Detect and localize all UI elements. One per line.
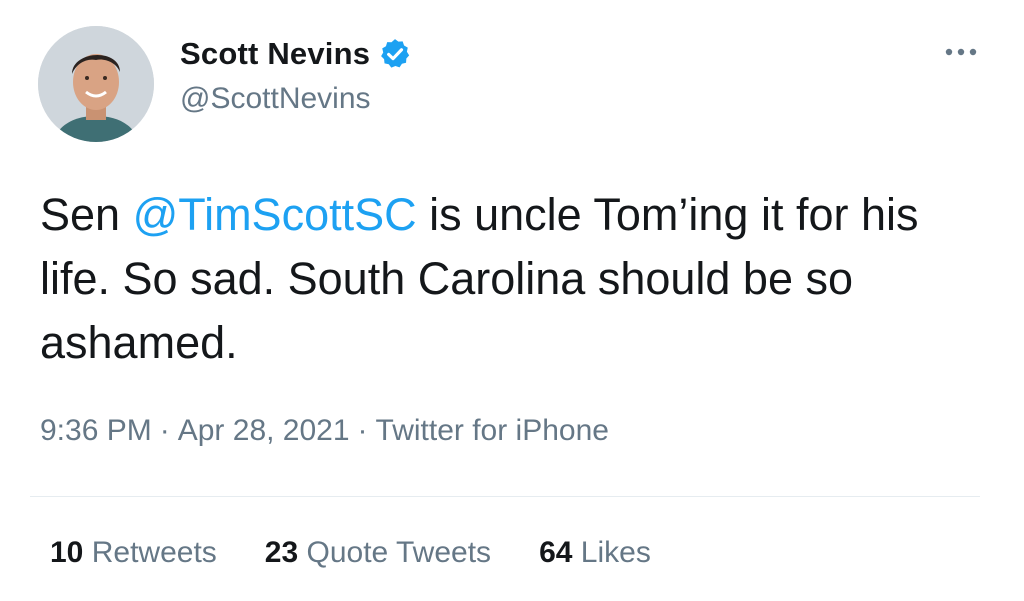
tweet-meta: 9:36 PM · Apr 28, 2021 · Twitter for iPh… — [40, 414, 609, 448]
likes-label: Likes — [580, 536, 651, 569]
author-name-row: Scott Nevins — [180, 36, 412, 72]
tweet-stats: 10 Retweets 23 Quote Tweets 64 Likes — [50, 536, 699, 570]
retweets-stat[interactable]: 10 Retweets — [50, 536, 217, 570]
tweet-date[interactable]: Apr 28, 2021 — [178, 414, 350, 448]
likes-stat[interactable]: 64 Likes — [539, 536, 651, 570]
author-avatar[interactable] — [38, 26, 154, 142]
quote-tweets-label: Quote Tweets — [306, 536, 492, 569]
profile-photo-icon — [38, 26, 154, 142]
divider — [30, 496, 980, 497]
quote-tweets-stat[interactable]: 23 Quote Tweets — [265, 536, 491, 570]
tweet-source[interactable]: Twitter for iPhone — [376, 414, 609, 448]
retweets-label: Retweets — [91, 536, 217, 569]
tweet-text: Sen @TimScottSC is uncle Tom’ing it for … — [40, 183, 1000, 375]
author-display-name[interactable]: Scott Nevins — [180, 36, 370, 72]
retweets-count: 10 — [50, 536, 84, 569]
ellipsis-icon[interactable] — [936, 30, 986, 74]
mention-link[interactable]: @TimScottSC — [133, 189, 417, 240]
author-handle[interactable]: @ScottNevins — [180, 82, 371, 116]
quote-tweets-count: 23 — [264, 536, 299, 569]
tweet-time[interactable]: 9:36 PM — [40, 414, 152, 448]
meta-separator: · — [159, 414, 170, 447]
likes-count: 64 — [539, 536, 573, 569]
tweet-card: Scott Nevins @ScottNevins Sen @TimScottS… — [0, 0, 1024, 601]
meta-separator: · — [357, 414, 368, 447]
tweet-text-before: Sen — [40, 189, 133, 240]
verified-badge-icon — [378, 37, 412, 71]
